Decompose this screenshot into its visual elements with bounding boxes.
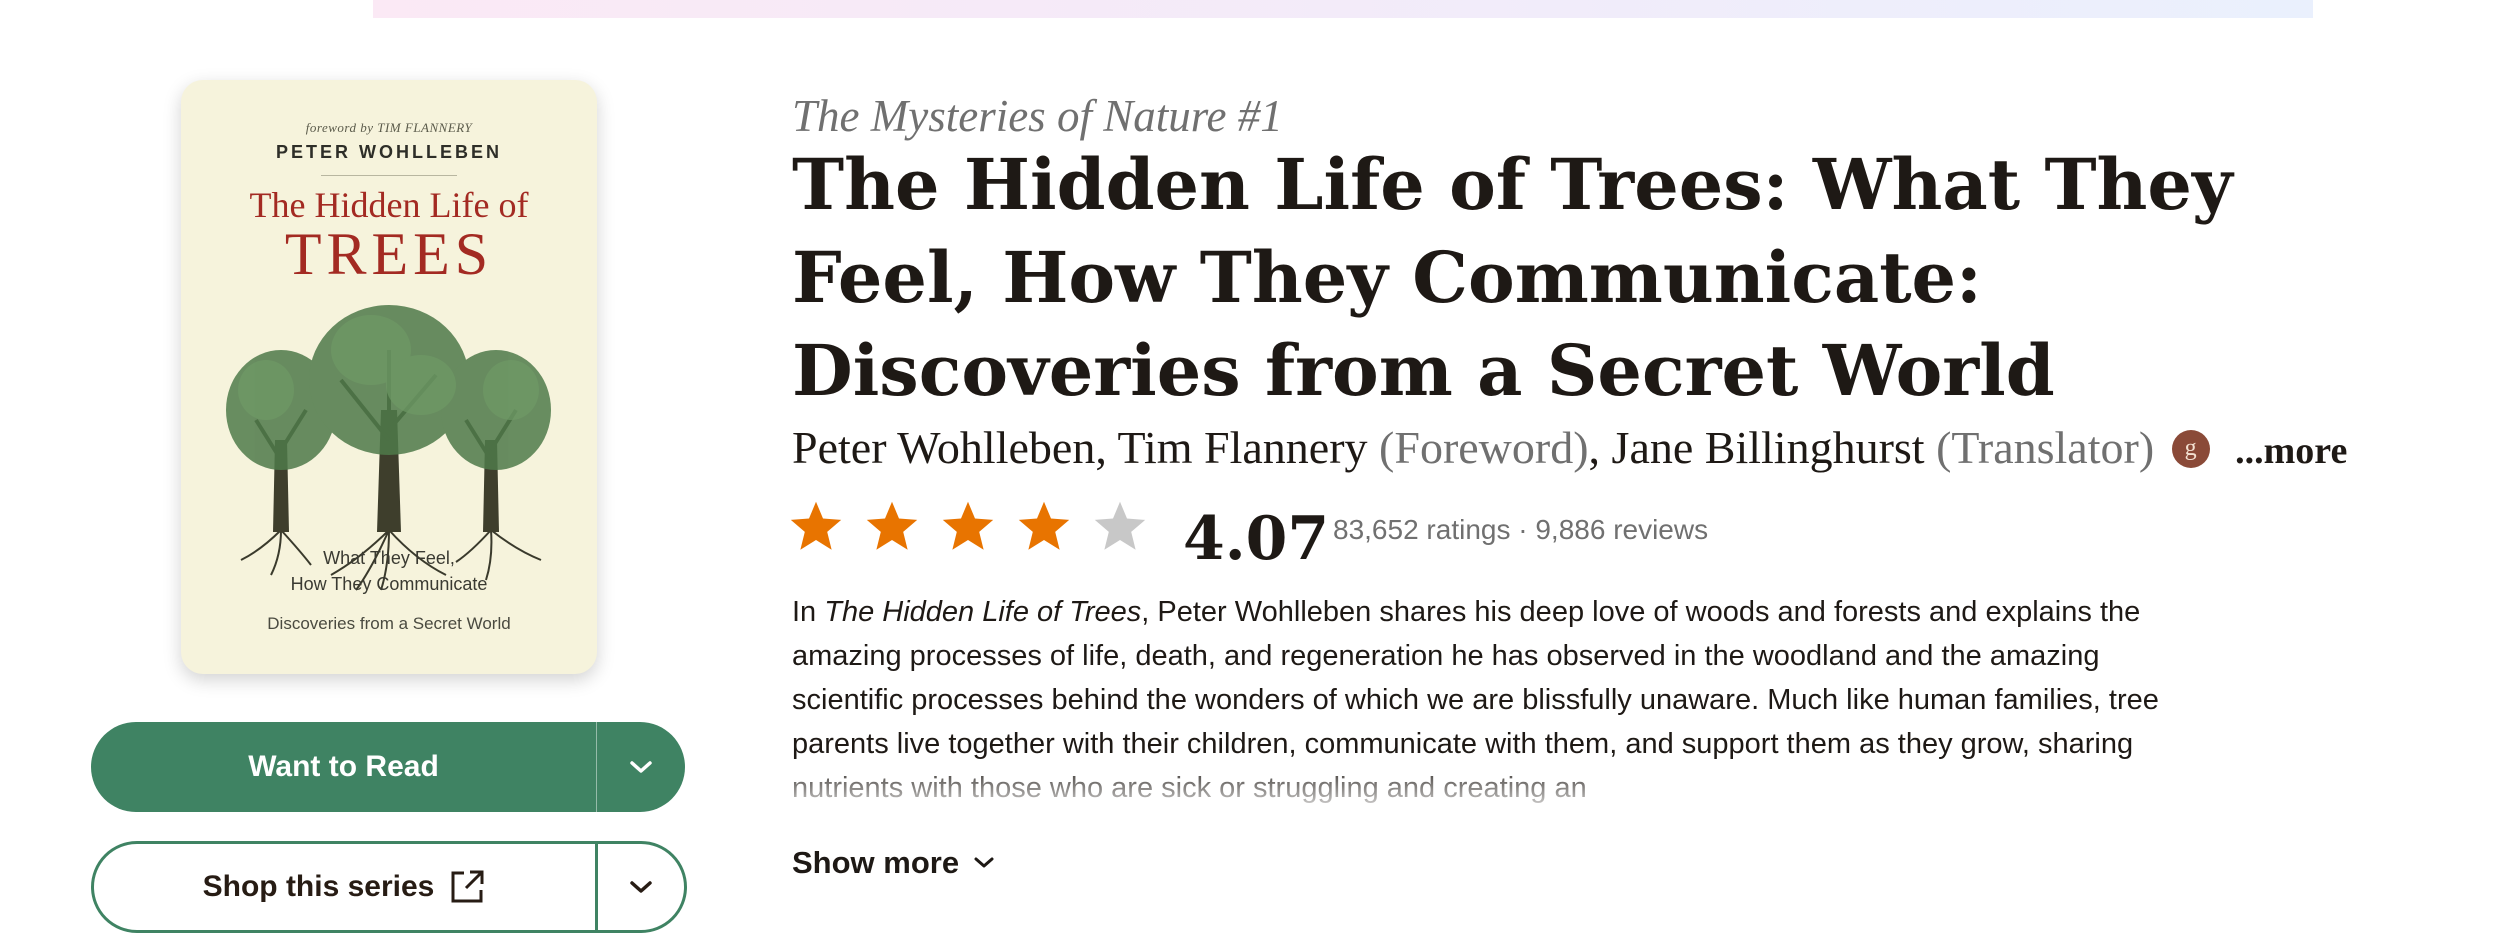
author-link[interactable]: Jane Billinghurst: [1612, 422, 1925, 473]
cover-author: PETER WOHLLEBEN: [275, 142, 502, 162]
star-icon: [942, 501, 994, 550]
top-banner: [373, 0, 2313, 18]
want-to-read-button[interactable]: Want to Read: [91, 722, 685, 812]
show-more-button[interactable]: Show more: [792, 845, 995, 881]
series-link[interactable]: The Mysteries of Nature #1: [792, 90, 1283, 142]
want-to-read-dropdown[interactable]: [597, 722, 685, 812]
star-icon: [1094, 501, 1146, 550]
shop-this-series-dropdown[interactable]: [598, 844, 684, 930]
chevron-down-icon: [630, 881, 652, 893]
contributor-role: (Translator): [1924, 422, 2155, 473]
cover-title-line2: TREES: [284, 221, 494, 287]
cover-subtitle-line3: Discoveries from a Secret World: [267, 614, 511, 633]
star-icon: [1018, 501, 1070, 550]
shop-this-series-button[interactable]: Shop this series: [91, 841, 687, 933]
description-title: The Hidden Life of Trees: [824, 596, 1142, 628]
star-icon: [790, 501, 842, 550]
cover-subtitle-line1: What They Feel,: [323, 548, 455, 568]
rating-stars: [788, 498, 1148, 554]
author-link[interactable]: Peter Wohlleben: [792, 422, 1095, 473]
chevron-down-icon: [630, 761, 652, 773]
shop-this-series-main[interactable]: Shop this series: [94, 868, 595, 906]
external-link-icon: [451, 870, 484, 903]
star-icon: [866, 501, 918, 550]
contributors: Peter Wohlleben, Tim Flannery (Foreword)…: [792, 421, 2492, 474]
average-rating: 4.07: [1183, 504, 1330, 574]
goodreads-author-badge-icon: g: [2171, 430, 2210, 468]
cover-divider: [321, 175, 457, 176]
description-fade: [792, 760, 2192, 810]
contributor-role: (Foreword): [1367, 422, 1589, 473]
rating-counts[interactable]: 83,652 ratings · 9,886 reviews: [1333, 514, 1708, 546]
book-title: The Hidden Life of Trees: What They Feel…: [792, 143, 2233, 412]
chevron-down-icon: [974, 857, 994, 868]
contributor-separator: ,: [1588, 422, 1612, 473]
show-more-label: Show more: [792, 845, 960, 880]
cover-trees-illustration: [226, 305, 551, 591]
book-cover[interactable]: foreword by TIM FLANNERY PETER WOHLLEBEN…: [181, 80, 597, 674]
want-to-read-label[interactable]: Want to Read: [91, 750, 596, 784]
contributor-separator: ,: [1095, 422, 1118, 473]
contributors-more-link[interactable]: ...more: [2235, 430, 2347, 472]
description-prefix: In: [792, 596, 825, 628]
shop-this-series-label: Shop this series: [202, 870, 435, 903]
author-link[interactable]: Tim Flannery: [1117, 422, 1367, 473]
cover-foreword: foreword by TIM FLANNERY: [305, 120, 473, 135]
cover-subtitle-line2: How They Communicate: [290, 574, 488, 594]
